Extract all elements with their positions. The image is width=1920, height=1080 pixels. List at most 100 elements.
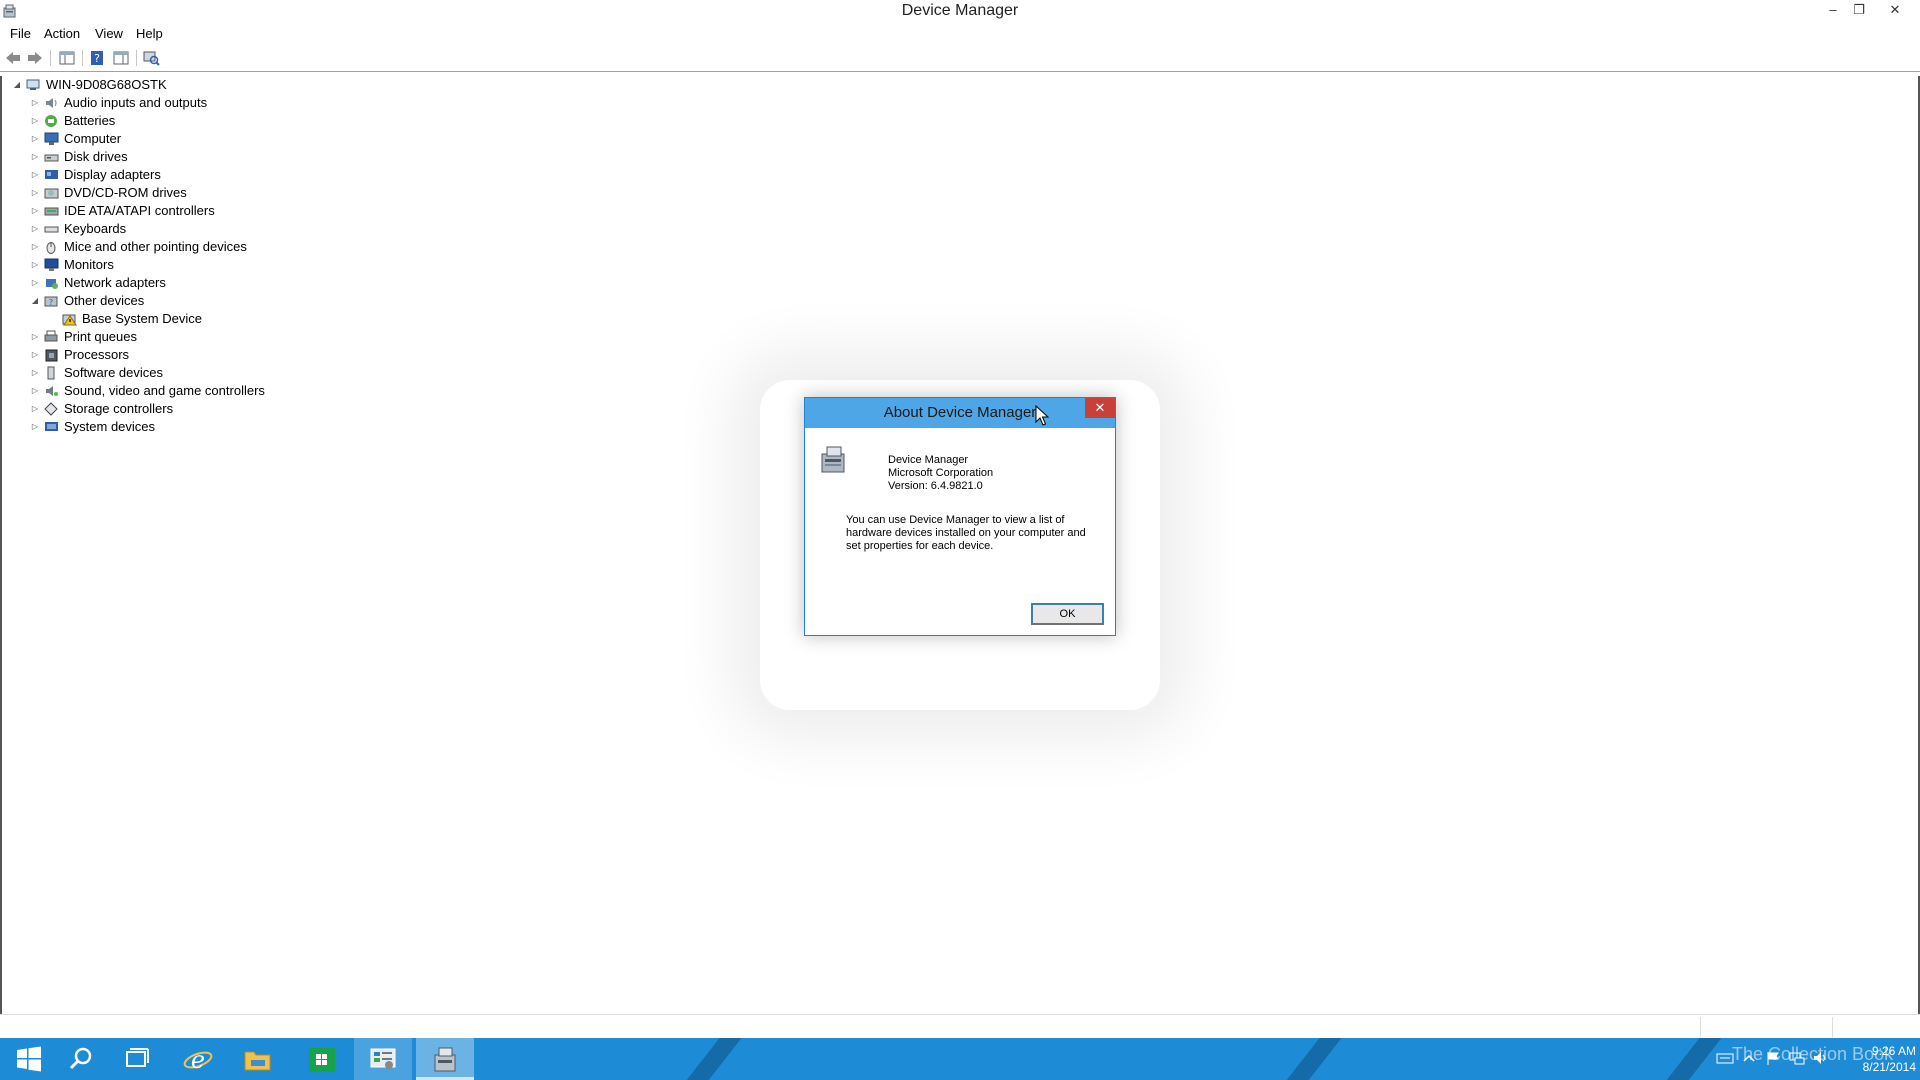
tree-item-label: System devices — [64, 419, 156, 434]
speaker-icon — [46, 98, 57, 108]
disk-drive-icon — [44, 154, 59, 162]
menu-help[interactable]: Help — [136, 26, 163, 41]
expand-arrow-icon[interactable]: ▷ — [30, 130, 40, 148]
system-devices-icon — [45, 422, 58, 431]
taskbar-file-explorer[interactable] — [228, 1038, 286, 1080]
show-hide-action-pane-icon[interactable] — [112, 49, 130, 67]
tree-item-label: WIN-9D08G68OSTK — [46, 77, 167, 92]
taskbar-clock[interactable]: 9:26 AM 8/21/2014 — [1840, 1043, 1916, 1075]
tree-item-label: Other devices — [64, 293, 145, 308]
tree-item-label: Batteries — [64, 113, 116, 128]
scan-hardware-changes-icon[interactable] — [142, 49, 160, 67]
warning-device-icon — [62, 314, 77, 326]
status-bar — [0, 1014, 1920, 1038]
window-title: Device Manager — [901, 2, 1019, 19]
restore-button[interactable]: ❐ — [1846, 0, 1872, 22]
keyboard-layout-icon[interactable] — [1716, 1050, 1734, 1066]
network-icon[interactable] — [1788, 1050, 1806, 1066]
expand-arrow-icon[interactable]: ▷ — [30, 220, 40, 238]
minimize-button[interactable]: – — [1820, 0, 1846, 22]
expand-arrow-icon[interactable]: ▷ — [30, 94, 40, 112]
menu-view[interactable]: View — [95, 26, 123, 41]
search-button[interactable] — [52, 1038, 110, 1080]
tree-item-label: Mice and other pointing devices — [64, 239, 247, 254]
title-bar: Device Manager – ❐ ✕ — [0, 0, 1920, 24]
tree-item-label: Processors — [64, 347, 130, 362]
software-device-icon — [47, 366, 55, 380]
volume-icon[interactable] — [1812, 1050, 1830, 1066]
close-window-button[interactable]: ✕ — [1882, 0, 1908, 22]
control-panel-icon — [370, 1048, 396, 1069]
tree-item-label: Sound, video and game controllers — [64, 383, 265, 398]
expand-arrow-icon[interactable]: ▷ — [30, 166, 40, 184]
svg-text:?: ? — [94, 52, 100, 65]
device-manager-icon — [821, 446, 845, 473]
device-manager-icon — [434, 1047, 456, 1072]
sound-controller-icon — [46, 386, 58, 396]
dialog-close-button[interactable]: ✕ — [1085, 398, 1115, 418]
internet-explorer-icon: e — [183, 1046, 213, 1074]
expand-arrow-icon[interactable]: ▷ — [30, 256, 40, 274]
status-bar-separator — [1700, 1017, 1701, 1037]
dialog-product-info: Device Manager Microsoft Corporation Ver… — [888, 454, 993, 493]
menu-bar: File Action View Help — [0, 24, 1920, 44]
expand-arrow-icon[interactable]: ▷ — [30, 274, 40, 292]
tree-item-label: Print queues — [64, 329, 137, 344]
store-icon — [309, 1048, 335, 1072]
dialog-title-bar[interactable]: About Device Manager ✕ — [805, 398, 1115, 428]
help-icon[interactable]: ? — [88, 49, 106, 67]
taskbar-device-manager[interactable] — [416, 1038, 474, 1080]
toolbar: ? — [0, 45, 1920, 72]
computer-icon — [44, 132, 59, 145]
task-view-button[interactable] — [108, 1038, 166, 1080]
tree-item-label: Base System Device — [82, 311, 202, 326]
taskbar-control-panel[interactable] — [354, 1038, 412, 1080]
toolbar-separator — [136, 50, 137, 66]
clock-time: 9:26 AM — [1871, 1044, 1916, 1058]
menu-action[interactable]: Action — [44, 26, 80, 41]
expand-arrow-icon[interactable]: ▷ — [30, 184, 40, 202]
windows-logo-icon — [17, 1046, 41, 1072]
battery-icon — [45, 115, 57, 127]
toolbar-separator — [82, 50, 83, 66]
expand-arrow-icon[interactable]: ▷ — [30, 364, 40, 382]
expand-arrow-icon[interactable]: ▷ — [30, 238, 40, 256]
expand-arrow-icon[interactable]: ▷ — [30, 382, 40, 400]
other-devices-icon: ? — [44, 296, 58, 307]
network-adapter-icon — [46, 279, 58, 289]
show-hidden-icons-icon[interactable] — [1740, 1050, 1758, 1066]
collapse-arrow-icon[interactable]: ◢ — [30, 292, 40, 310]
computer-root-icon — [26, 79, 40, 90]
expand-arrow-icon[interactable]: ▷ — [30, 346, 40, 364]
clock-date: 8/21/2014 — [1862, 1060, 1916, 1074]
processor-icon — [45, 349, 58, 362]
printer-icon — [44, 330, 58, 342]
tree-item-label: Keyboards — [64, 221, 127, 236]
expand-arrow-icon[interactable]: ▷ — [30, 418, 40, 436]
back-arrow-icon[interactable] — [4, 49, 22, 67]
expand-arrow-icon[interactable]: ▷ — [30, 328, 40, 346]
taskbar-internet-explorer[interactable]: e — [168, 1038, 226, 1080]
expand-arrow-icon[interactable]: ▷ — [30, 202, 40, 220]
tree-item-label: Software devices — [64, 365, 163, 380]
tree-item-label: IDE ATA/ATAPI controllers — [64, 203, 215, 218]
display-adapter-icon — [45, 170, 58, 179]
collapse-arrow-icon[interactable]: ◢ — [12, 76, 22, 94]
toolbar-separator — [50, 50, 51, 66]
tree-item-label: Disk drives — [64, 149, 128, 164]
file-explorer-icon — [244, 1051, 271, 1071]
svg-text:?: ? — [49, 298, 53, 307]
forward-arrow-icon[interactable] — [26, 49, 44, 67]
ok-button[interactable]: OK — [1031, 603, 1104, 625]
start-button[interactable] — [0, 1038, 58, 1080]
company-name: Microsoft Corporation — [888, 467, 994, 479]
show-hide-console-tree-icon[interactable] — [58, 49, 76, 67]
expand-arrow-icon[interactable]: ▷ — [30, 400, 40, 418]
menu-file[interactable]: File — [10, 26, 31, 41]
taskbar: e The Collection Book 9:26 AM 8/21/2014 — [0, 1038, 1920, 1080]
expand-arrow-icon[interactable]: ▷ — [30, 148, 40, 166]
expand-arrow-icon[interactable]: ▷ — [30, 112, 40, 130]
action-center-flag-icon[interactable] — [1764, 1050, 1782, 1066]
version-text: Version: 6.4.9821.0 — [888, 480, 983, 492]
taskbar-store[interactable] — [292, 1038, 350, 1080]
